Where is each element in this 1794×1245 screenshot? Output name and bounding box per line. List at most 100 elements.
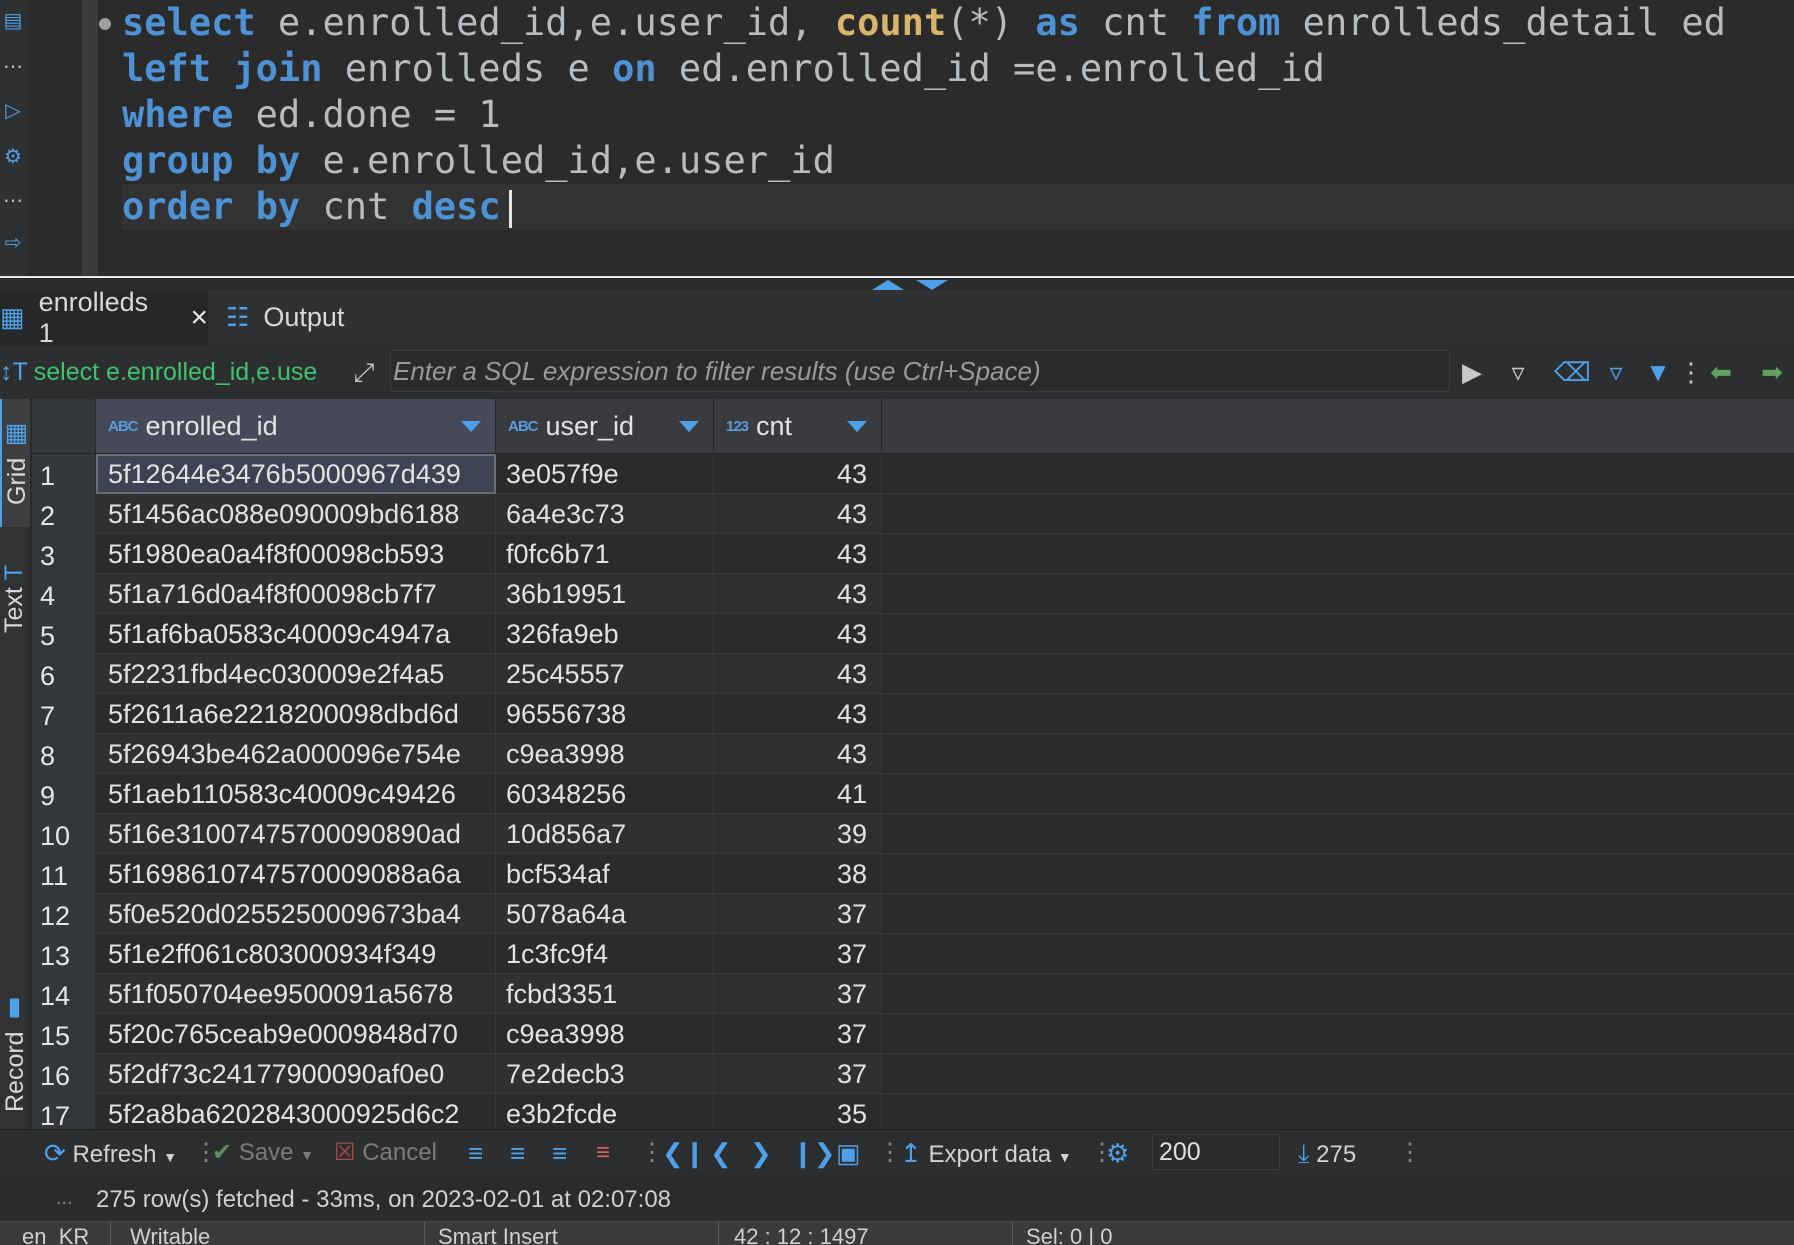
cell-cnt[interactable]: 43 <box>714 494 882 534</box>
last-page-icon[interactable]: ❙❯ <box>792 1130 836 1176</box>
cell-cnt[interactable]: 41 <box>714 774 882 814</box>
previous-page-icon[interactable]: ❮ <box>710 1130 732 1176</box>
table-row[interactable]: 8 5f26943be462a000096e754e c9ea3998 43 <box>32 734 882 774</box>
cell-cnt[interactable]: 43 <box>714 734 882 774</box>
status-menu-icon[interactable]: ... <box>56 1175 73 1221</box>
text-tab[interactable]: Text T <box>0 539 28 659</box>
row-number[interactable]: 8 <box>32 734 96 774</box>
row-number[interactable]: 10 <box>32 814 96 854</box>
cell-user-id[interactable]: 36b19951 <box>496 574 714 614</box>
more-icon[interactable]: ⋯ <box>2 56 24 78</box>
cell-cnt[interactable]: 35 <box>714 1094 882 1129</box>
cell-user-id[interactable]: 6a4e3c73 <box>496 494 714 534</box>
back-icon[interactable]: ⬅ <box>1696 351 1746 393</box>
cell-enrolled-id[interactable]: 5f1456ac088e090009bd6188 <box>96 494 496 534</box>
cell-user-id[interactable]: 60348256 <box>496 774 714 814</box>
row-number[interactable]: 3 <box>32 534 96 574</box>
export-icon[interactable]: ⇨ <box>2 232 24 254</box>
cell-user-id[interactable]: 96556738 <box>496 694 714 734</box>
column-header-cnt[interactable]: 123 cnt <box>714 399 882 453</box>
insert-mode-label[interactable]: Smart Insert <box>438 1224 558 1245</box>
filter-icon[interactable]: ▼ <box>1640 351 1676 393</box>
sort-icon[interactable] <box>847 421 867 432</box>
table-row[interactable]: 12 5f0e520d0255250009673ba4 5078a64a 37 <box>32 894 882 934</box>
filter-history-icon[interactable]: ▿ <box>1500 351 1536 393</box>
table-row[interactable]: 4 5f1a716d0a4f8f00098cb7f7 36b19951 43 <box>32 574 882 614</box>
cell-cnt[interactable]: 43 <box>714 574 882 614</box>
panel-splitter[interactable] <box>0 276 1794 290</box>
cell-cnt[interactable]: 38 <box>714 854 882 894</box>
fold-marker-icon[interactable] <box>99 18 111 30</box>
delete-row-icon[interactable]: ≡ <box>596 1130 610 1176</box>
cell-cnt[interactable]: 37 <box>714 1054 882 1094</box>
table-row[interactable]: 13 5f1e2ff061c803000934f349 1c3fc9f4 37 <box>32 934 882 974</box>
cell-user-id[interactable]: e3b2fcde <box>496 1094 714 1129</box>
table-row[interactable]: 3 5f1980ea0a4f8f00098cb593 f0fc6b71 43 <box>32 534 882 574</box>
row-number-header[interactable] <box>32 399 96 453</box>
row-count-button[interactable]: ⤓ 275 <box>1298 1130 1356 1176</box>
query-label[interactable]: ↕T select e.enrolled_id,e.use <box>0 345 340 399</box>
cell-enrolled-id[interactable]: 5f2df73c24177900090af0e0 <box>96 1054 496 1094</box>
code-line[interactable]: select e.enrolled_id,e.user_id, count(*)… <box>122 0 1794 46</box>
save-button[interactable]: ✔ Save ▼ <box>212 1130 314 1176</box>
console-icon[interactable]: ▷ <box>2 100 24 122</box>
row-number[interactable]: 4 <box>32 574 96 614</box>
more-icon[interactable]: ⋮ <box>1678 351 1704 393</box>
chevron-down-icon[interactable]: ▼ <box>1058 1149 1072 1165</box>
cell-user-id[interactable]: c9ea3998 <box>496 734 714 774</box>
cell-enrolled-id[interactable]: 5f2a8ba6202843000925d6c2 <box>96 1094 496 1129</box>
cell-user-id[interactable]: bcf534af <box>496 854 714 894</box>
cell-enrolled-id[interactable]: 5f1e2ff061c803000934f349 <box>96 934 496 974</box>
more-icon[interactable]: ⋮ <box>640 1130 664 1176</box>
close-icon[interactable]: × <box>190 301 208 335</box>
settings-icon[interactable]: ⚙ <box>2 146 24 168</box>
cell-enrolled-id[interactable]: 5f1aeb110583c40009c49426 <box>96 774 496 814</box>
cell-user-id[interactable]: 7e2decb3 <box>496 1054 714 1094</box>
table-row[interactable]: 11 5f1698610747570009088a6a bcf534af 38 <box>32 854 882 894</box>
row-number[interactable]: 17 <box>32 1094 96 1129</box>
clear-filter-icon[interactable]: ▿ <box>1598 351 1634 393</box>
refresh-button[interactable]: ⟳ Refresh ▼ <box>44 1130 177 1176</box>
row-number[interactable]: 2 <box>32 494 96 534</box>
table-row[interactable]: 5 5f1af6ba0583c40009c4947a 326fa9eb 43 <box>32 614 882 654</box>
cell-enrolled-id[interactable]: 5f1698610747570009088a6a <box>96 854 496 894</box>
code-line[interactable]: group by e.enrolled_id,e.user_id <box>122 138 1794 184</box>
row-number[interactable]: 14 <box>32 974 96 1014</box>
code-line[interactable]: where ed.done = 1 <box>122 92 1794 138</box>
first-page-icon[interactable]: ❮❙ <box>662 1130 706 1176</box>
grid-tab[interactable]: Grid ▦ <box>0 399 31 527</box>
cell-user-id[interactable]: 10d856a7 <box>496 814 714 854</box>
column-header-enrolled-id[interactable]: ABC enrolled_id <box>96 399 496 453</box>
table-row[interactable]: 16 5f2df73c24177900090af0e0 7e2decb3 37 <box>32 1054 882 1094</box>
row-number[interactable]: 16 <box>32 1054 96 1094</box>
table-row[interactable]: 6 5f2231fbd4ec030009e2f4a5 25c45557 43 <box>32 654 882 694</box>
cancel-button[interactable]: ☒ Cancel <box>334 1130 437 1176</box>
cell-enrolled-id[interactable]: 5f1f050704ee9500091a5678 <box>96 974 496 1014</box>
cell-user-id[interactable]: f0fc6b71 <box>496 534 714 574</box>
row-number[interactable]: 1 <box>32 454 96 494</box>
cell-cnt[interactable]: 43 <box>714 654 882 694</box>
add-row-icon[interactable]: ≡ <box>510 1130 525 1176</box>
cell-enrolled-id[interactable]: 5f0e520d0255250009673ba4 <box>96 894 496 934</box>
more-icon[interactable]: ⋮ <box>878 1130 902 1176</box>
table-row[interactable]: 9 5f1aeb110583c40009c49426 60348256 41 <box>32 774 882 814</box>
column-header-user-id[interactable]: ABC user_id <box>496 399 714 453</box>
cell-user-id[interactable]: 1c3fc9f4 <box>496 934 714 974</box>
cell-enrolled-id[interactable]: 5f1a716d0a4f8f00098cb7f7 <box>96 574 496 614</box>
write-mode-label[interactable]: Writable <box>130 1224 210 1245</box>
cell-cnt[interactable]: 43 <box>714 454 882 494</box>
cell-enrolled-id[interactable]: 5f16e31007475700090890ad <box>96 814 496 854</box>
chevron-down-icon[interactable]: ▼ <box>300 1147 314 1163</box>
cell-user-id[interactable]: 3e057f9e <box>496 454 714 494</box>
cell-enrolled-id[interactable]: 5f26943be462a000096e754e <box>96 734 496 774</box>
cell-cnt[interactable]: 37 <box>714 934 882 974</box>
cell-cnt[interactable]: 39 <box>714 814 882 854</box>
row-number[interactable]: 6 <box>32 654 96 694</box>
row-number[interactable]: 11 <box>32 854 96 894</box>
sort-icon[interactable] <box>679 421 699 432</box>
export-data-button[interactable]: ↥ Export data ▼ <box>900 1130 1072 1176</box>
sql-editor[interactable]: ▤ ⋯ ▷ ⚙ ⋯ ⇨ select e.enrolled_id,e.user_… <box>0 0 1794 276</box>
cell-user-id[interactable]: 25c45557 <box>496 654 714 694</box>
cell-user-id[interactable]: 326fa9eb <box>496 614 714 654</box>
table-row[interactable]: 15 5f20c765ceab9e0009848d70 c9ea3998 37 <box>32 1014 882 1054</box>
